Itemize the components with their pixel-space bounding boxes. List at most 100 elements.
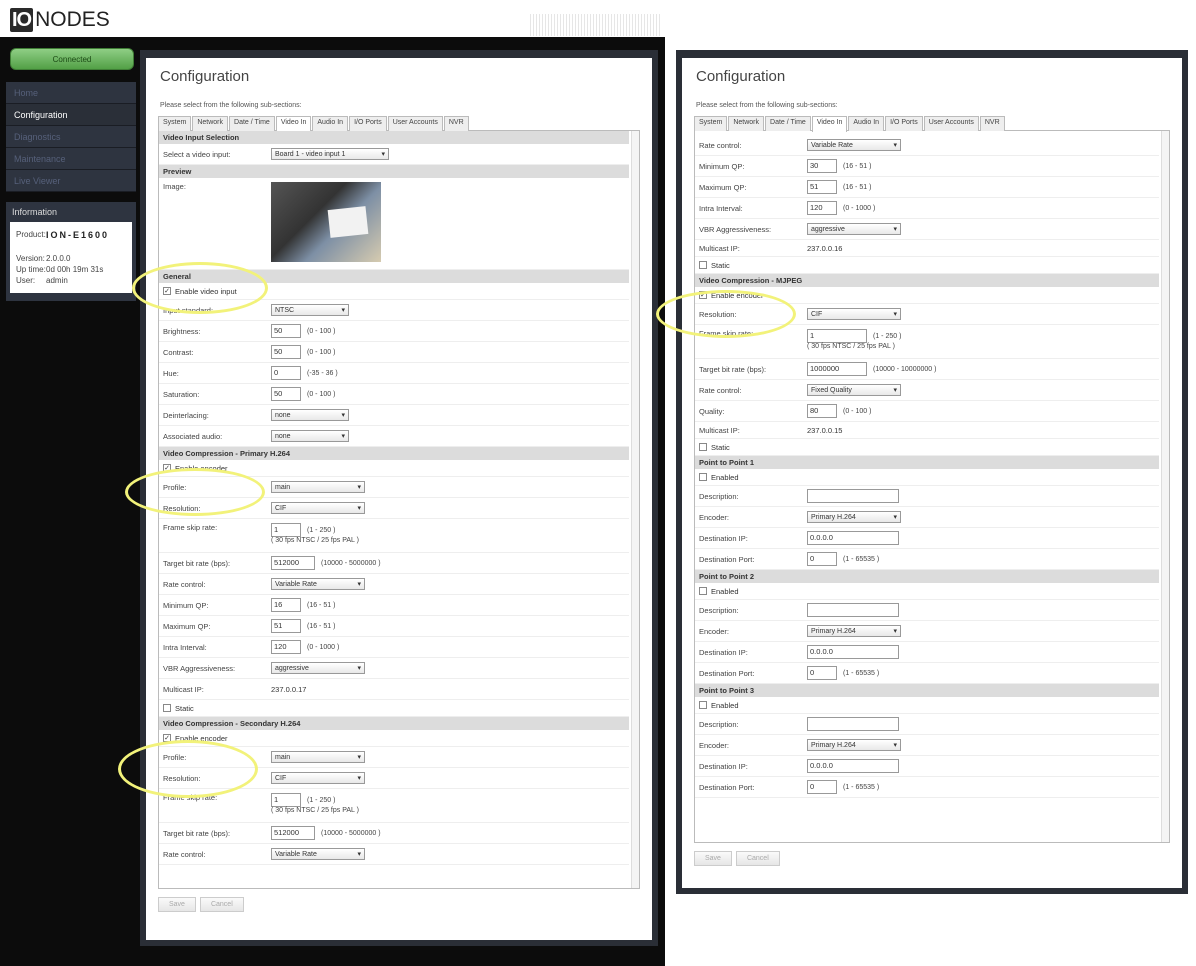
tab-date-time[interactable]: Date / Time	[765, 116, 811, 131]
connection-status-button[interactable]: Connected	[10, 48, 134, 70]
sec-target-bitrate-input[interactable]: 512000	[271, 826, 315, 840]
vbr-label: VBR Aggressiveness:	[163, 663, 236, 673]
deinterlacing-dropdown[interactable]: none ▾	[271, 409, 349, 421]
description-input[interactable]	[807, 603, 899, 617]
target-bitrate-input[interactable]: 1000000	[807, 362, 867, 376]
dest-port-range: (1 - 65535 )	[843, 669, 880, 677]
max-qp-label: Maximum QP:	[163, 621, 211, 631]
profile-dropdown[interactable]: main ▾	[271, 481, 365, 493]
sidebar-nav: Home Configuration Diagnostics Maintenan…	[6, 82, 136, 192]
preview-image	[271, 182, 381, 262]
enabled-label: Enabled	[711, 586, 739, 596]
sec-frame-skip-input[interactable]: 1	[271, 793, 301, 807]
checkbox-icon[interactable]	[699, 473, 707, 481]
sidebar-item-home[interactable]: Home	[6, 82, 136, 104]
description-label: Description:	[699, 719, 739, 729]
save-button[interactable]: Save	[694, 851, 732, 866]
sidebar-item-maintenance[interactable]: Maintenance	[6, 148, 136, 170]
encoder-dropdown[interactable]: Primary H.264 ▾	[807, 739, 901, 751]
tab-io-ports[interactable]: I/O Ports	[349, 116, 387, 131]
quality-input[interactable]: 80	[807, 404, 837, 418]
input-standard-dropdown[interactable]: NTSC ▾	[271, 304, 349, 316]
vbr-dropdown[interactable]: aggressive ▾	[807, 223, 901, 235]
section-point-to-point-2: Point to Point 2	[695, 570, 1159, 583]
frame-skip-input[interactable]: 1	[271, 523, 301, 537]
dest-port-input[interactable]: 0	[807, 666, 837, 680]
checkbox-icon[interactable]	[699, 443, 707, 451]
rate-control-dropdown[interactable]: Fixed Quality ▾	[807, 384, 901, 396]
tab-nvr[interactable]: NVR	[979, 116, 1005, 131]
sec-resolution-dropdown[interactable]: CIF ▾	[271, 772, 365, 784]
sidebar-item-diagnostics[interactable]: Diagnostics	[6, 126, 136, 148]
intra-input[interactable]: 120	[271, 640, 301, 654]
dest-port-input[interactable]: 0	[807, 552, 837, 566]
scrollbar[interactable]	[631, 131, 639, 888]
dest-ip-input[interactable]: 0.0.0.0	[807, 645, 899, 659]
tab-audio-in[interactable]: Audio In	[312, 116, 349, 131]
brightness-input[interactable]: 50	[271, 324, 301, 338]
hue-input[interactable]: 0	[271, 366, 301, 380]
version-label: Version:	[16, 254, 45, 263]
checkbox-icon[interactable]	[699, 701, 707, 709]
resolution-dropdown[interactable]: CIF ▾	[271, 502, 365, 514]
cancel-button[interactable]: Cancel	[199, 897, 244, 912]
vbr-dropdown[interactable]: aggressive ▾	[271, 662, 365, 674]
description-input[interactable]	[807, 717, 899, 731]
tab-io-ports[interactable]: I/O Ports	[885, 116, 923, 131]
sec-fps-hint: ( 30 fps NTSC / 25 fps PAL )	[271, 807, 359, 814]
rate-control-dropdown[interactable]: Variable Rate ▾	[807, 139, 901, 151]
checkbox-icon[interactable]	[699, 587, 707, 595]
chevron-down-icon: ▾	[357, 505, 361, 512]
intra-label: Intra Interval:	[699, 203, 743, 213]
quality-range: (0 - 100 )	[843, 407, 872, 415]
tab-user-accounts[interactable]: User Accounts	[923, 116, 979, 131]
frame-skip-input[interactable]: 1	[807, 329, 867, 343]
checkbox-icon[interactable]	[699, 261, 707, 269]
save-button[interactable]: Save	[158, 897, 196, 912]
encoder-dropdown[interactable]: Primary H.264 ▾	[807, 511, 901, 523]
contrast-input[interactable]: 50	[271, 345, 301, 359]
min-qp-range: (16 - 51 )	[307, 601, 336, 609]
contrast-range: (0 - 100 )	[307, 348, 336, 356]
scrollbar[interactable]	[1161, 131, 1169, 842]
tab-user-accounts[interactable]: User Accounts	[387, 116, 443, 131]
sec-rate-control-value: Variable Rate	[275, 850, 317, 858]
select-input-dropdown[interactable]: Board 1 - video input 1 ▾	[271, 148, 389, 160]
tab-video-in[interactable]: Video In	[275, 116, 312, 132]
sec-profile-dropdown[interactable]: main ▾	[271, 751, 365, 763]
tab-date-time[interactable]: Date / Time	[229, 116, 275, 131]
product-value: ION-E1600	[46, 230, 110, 240]
tab-system[interactable]: System	[158, 116, 192, 131]
tab-nvr[interactable]: NVR	[443, 116, 469, 131]
max-qp-label: Maximum QP:	[699, 182, 747, 192]
saturation-range: (0 - 100 )	[307, 390, 336, 398]
dest-ip-input[interactable]: 0.0.0.0	[807, 759, 899, 773]
max-qp-input[interactable]: 51	[271, 619, 301, 633]
saturation-input[interactable]: 50	[271, 387, 301, 401]
tab-video-in[interactable]: Video In	[811, 116, 848, 132]
tab-network[interactable]: Network	[192, 116, 229, 131]
sec-rate-control-dropdown[interactable]: Variable Rate ▾	[271, 848, 365, 860]
rate-control-dropdown[interactable]: Variable Rate ▾	[271, 578, 365, 590]
assoc-audio-dropdown[interactable]: none ▾	[271, 430, 349, 442]
encoder-dropdown[interactable]: Primary H.264 ▾	[807, 625, 901, 637]
tab-network[interactable]: Network	[728, 116, 765, 131]
tab-system[interactable]: System	[694, 116, 728, 131]
checkbox-icon[interactable]	[163, 704, 171, 712]
encoder-value: Primary H.264	[811, 513, 856, 521]
dest-port-input[interactable]: 0	[807, 780, 837, 794]
sidebar-item-live-viewer[interactable]: Live Viewer	[6, 170, 136, 192]
min-qp-input[interactable]: 16	[271, 598, 301, 612]
description-input[interactable]	[807, 489, 899, 503]
cancel-button[interactable]: Cancel	[735, 851, 780, 866]
intra-input[interactable]: 120	[807, 201, 837, 215]
sidebar-item-configuration[interactable]: Configuration	[6, 104, 136, 126]
max-qp-input[interactable]: 51	[807, 180, 837, 194]
fps-hint: ( 30 fps NTSC / 25 fps PAL )	[807, 343, 895, 350]
target-bitrate-input[interactable]: 512000	[271, 556, 315, 570]
tab-audio-in[interactable]: Audio In	[848, 116, 885, 131]
resolution-dropdown[interactable]: CIF ▾	[807, 308, 901, 320]
dest-ip-input[interactable]: 0.0.0.0	[807, 531, 899, 545]
brightness-range: (0 - 100 )	[307, 327, 336, 335]
min-qp-input[interactable]: 30	[807, 159, 837, 173]
